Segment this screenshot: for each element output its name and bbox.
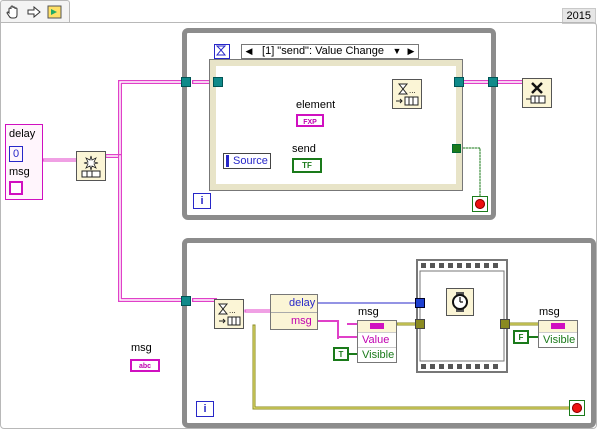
event-input-tunnel [213,77,223,87]
wait-on-event-node[interactable]: ... [214,299,244,329]
flat-sequence[interactable] [416,259,508,373]
prev-case-icon[interactable]: ◀ [242,44,256,59]
string-ref-icon [370,323,384,329]
unbundle-msg: msg [271,312,317,330]
prop-node1-label: msg [358,306,379,318]
prop-node2-header [539,321,577,332]
unbundle-delay: delay [289,297,316,309]
config-cluster-control[interactable]: delay 0 msg [5,124,43,200]
destroy-event-icon [526,82,546,104]
sequence-error-out-tunnel [500,319,510,329]
event-bool-tunnel [452,144,461,153]
event-structure[interactable] [209,59,463,191]
element-control[interactable]: FXP [296,114,324,127]
send-label: send [292,143,316,155]
delay-label: delay [9,128,36,140]
false-constant[interactable]: F [513,330,529,344]
sequence-delay-tunnel [415,298,425,308]
element-label: element [296,99,336,111]
event-case-label: [1] "send": Value Change [262,45,384,57]
prop-node1-header [358,321,396,332]
next-case-icon[interactable]: ▶ [404,44,418,59]
msg-string-control[interactable]: abc [130,359,160,372]
film-strip [418,261,506,371]
string-ref-icon [551,323,565,329]
generate-event-icon: ... [396,83,419,106]
wait-watch-icon [452,292,468,312]
svg-text:...: ... [229,306,236,315]
top-stop-terminal[interactable] [472,196,488,212]
wait-event-icon: ... [217,303,241,326]
true-constant[interactable]: T [333,347,349,361]
msg-property-node-2[interactable]: Visible [538,320,578,348]
msg-string-field[interactable] [9,181,23,195]
msg-control-label: msg [131,342,152,354]
source-label: Source [233,155,268,167]
event-case-selector[interactable]: ◀ [1] "send": Value Change ▼ ▶ [241,44,419,59]
send-button-terminal[interactable]: TF [292,158,322,173]
create-user-event-node[interactable] [76,151,106,181]
prop-visible-row: Visible [358,347,396,362]
bottom-stop-terminal[interactable] [569,400,585,416]
prop-node2-label: msg [539,306,560,318]
bottom-iteration-terminal: i [196,401,214,417]
source-terminal-icon [226,155,229,167]
unbundle-by-name[interactable]: delay msg [270,294,318,330]
svg-text:...: ... [409,86,416,95]
prop2-visible-row: Visible [539,332,577,347]
event-output-tunnel [454,77,464,87]
bottom-input-tunnel [181,296,191,306]
loop-output-tunnel [488,77,498,87]
delay-value[interactable]: 0 [9,146,23,162]
create-event-icon [81,155,101,178]
sequence-error-in-tunnel [415,319,425,329]
case-dropdown-icon[interactable]: ▼ [390,44,404,59]
top-iteration-terminal: i [193,193,211,209]
prop-value-row: Value [358,332,396,347]
msg-label: msg [9,166,30,178]
wait-ms-node[interactable] [446,288,474,316]
msg-property-node-1[interactable]: Value Visible [357,320,397,363]
generate-user-event-node[interactable]: ... [392,79,422,109]
loop-input-tunnel [181,77,191,87]
event-data-node[interactable]: Source [223,153,271,169]
destroy-user-event-node[interactable] [522,78,552,108]
timeout-icon [214,44,230,59]
